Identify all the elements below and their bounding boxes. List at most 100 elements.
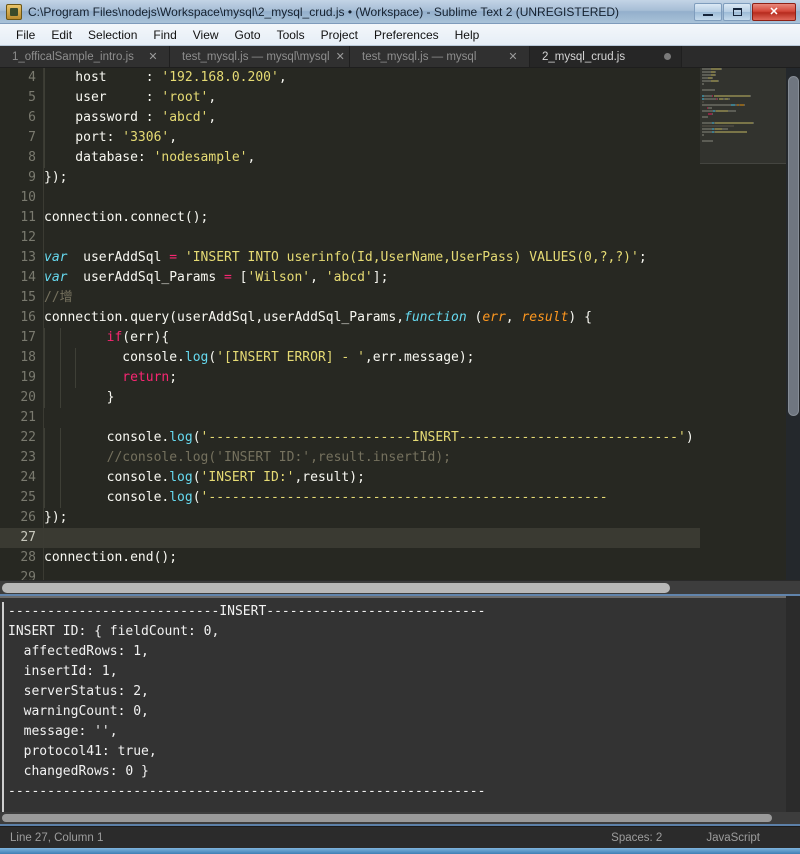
menu-item-goto[interactable]: Goto	[227, 26, 269, 44]
console-line: protocol41: true,	[8, 744, 157, 759]
code-line[interactable]: });	[44, 508, 700, 528]
code-line[interactable]: var userAddSql = 'INSERT INTO userinfo(I…	[44, 248, 700, 268]
tab-test-mysql-js-mysql-mysql[interactable]: test_mysql.js — mysql\mysql ✕	[170, 46, 350, 67]
close-button[interactable]: ✕	[752, 2, 796, 21]
code-line[interactable]: database: 'nodesample',	[44, 148, 700, 168]
code-token: '3306'	[122, 130, 170, 145]
menu-item-find[interactable]: Find	[145, 26, 184, 44]
code-token: 'INSERT ID:'	[200, 470, 295, 485]
code-line[interactable]: }	[44, 388, 700, 408]
tab-close-icon[interactable]: ✕	[147, 50, 159, 63]
menu-item-preferences[interactable]: Preferences	[366, 26, 447, 44]
code-line[interactable]	[44, 528, 700, 548]
console-vertical-scrollbar-track[interactable]	[786, 596, 800, 824]
tab-1-officalSample-intro-js[interactable]: 1_officalSample_intro.js ✕	[0, 46, 170, 67]
line-number: 26	[20, 510, 36, 525]
menu-item-tools[interactable]: Tools	[269, 26, 313, 44]
line-number: 15	[20, 290, 36, 305]
indent-guide	[59, 368, 61, 388]
console-line: affectedRows: 1,	[8, 644, 149, 659]
indentation-status[interactable]: Spaces: 2	[611, 832, 662, 844]
code-line[interactable]	[44, 408, 700, 428]
code-line[interactable]: port: '3306',	[44, 128, 700, 148]
console-line: ----------------------------------------…	[8, 784, 486, 799]
menu-item-file[interactable]: File	[8, 26, 43, 44]
syntax-status[interactable]: JavaScript	[706, 832, 760, 844]
code-token: user	[44, 90, 146, 105]
code-line[interactable]: //console.log('INSERT ID:',result.insert…	[44, 448, 700, 468]
code-token: [	[231, 270, 248, 285]
code-line[interactable]: console.log('---------------------------…	[44, 488, 700, 508]
code-token: ,	[505, 310, 522, 325]
tab-close-icon[interactable]: ✕	[507, 50, 519, 63]
console-line: INSERT ID: { fieldCount: 0,	[8, 624, 220, 639]
code-token: 'abcd'	[325, 270, 373, 285]
tab-2-mysql-crud-js[interactable]: 2_mysql_crud.js	[530, 46, 682, 67]
line-number: 14	[20, 270, 36, 285]
code-line[interactable]: connection.connect();	[44, 208, 700, 228]
code-line[interactable]: return;	[44, 368, 700, 388]
minimap[interactable]	[700, 68, 786, 580]
code-token: //console.log('INSERT ID:',result.insert…	[44, 450, 451, 465]
code-token: (	[466, 310, 483, 325]
menu-item-edit[interactable]: Edit	[43, 26, 80, 44]
code-line[interactable]: if(err){	[44, 328, 700, 348]
code-line[interactable]: //增	[44, 288, 700, 308]
code-token: (	[192, 490, 201, 505]
code-line[interactable]	[44, 188, 700, 208]
menu-item-view[interactable]: View	[185, 26, 227, 44]
code-token: return	[122, 370, 170, 385]
menu-item-selection[interactable]: Selection	[80, 26, 145, 44]
editor-horizontal-scrollbar-track[interactable]	[0, 580, 800, 594]
minimap-segment	[702, 104, 731, 106]
code-line[interactable]: var userAddSql_Params = ['Wilson', 'abcd…	[44, 268, 700, 288]
indent-guide	[44, 448, 45, 468]
code-editor[interactable]: 4 5 6 7 8 9 10 11 12 13 14 15 16 17 18 19 20 21 22 23 24 25 26…	[0, 68, 800, 580]
console-line: message: '',	[8, 724, 118, 739]
indent-guide	[44, 128, 45, 148]
menu-item-help[interactable]: Help	[447, 26, 488, 44]
minimap-segment	[743, 104, 746, 106]
code-line[interactable]	[44, 568, 700, 580]
code-line[interactable]: console.log('--------------------------I…	[44, 428, 700, 448]
code-line[interactable]: });	[44, 168, 700, 188]
minimap-segment	[714, 122, 754, 124]
code-token: :	[145, 90, 162, 105]
code-token: 'Wilson'	[247, 270, 311, 285]
console-line: warningCount: 0,	[8, 704, 149, 719]
tab-label: test_mysql.js — mysql\mysql	[182, 50, 330, 63]
maximize-button[interactable]	[723, 2, 751, 21]
line-number-gutter: 4 5 6 7 8 9 10 11 12 13 14 15 16 17 18 19 20 21 22 23 24 25 26…	[0, 68, 44, 580]
tab-label: test_mysql.js — mysql	[362, 50, 477, 63]
code-line[interactable]: password : 'abcd',	[44, 108, 700, 128]
code-token: ,	[310, 270, 326, 285]
code-line[interactable]: connection.end();	[44, 548, 700, 568]
menu-item-project[interactable]: Project	[313, 26, 366, 44]
minimap-segment	[711, 95, 713, 97]
minimap-segment	[702, 122, 712, 124]
tab-close-icon[interactable]: ✕	[336, 50, 345, 63]
code-line[interactable]: console.log('[INSERT ERROR] - ',err.mess…	[44, 348, 700, 368]
code-text-area[interactable]: host : '192.168.0.200', user : 'root', p…	[44, 68, 700, 580]
line-number: 16	[20, 310, 36, 325]
code-line[interactable]: user : 'root',	[44, 88, 700, 108]
code-token: }	[44, 390, 115, 405]
code-line[interactable]: host : '192.168.0.200',	[44, 68, 700, 88]
tab-test-mysql-js-mysql[interactable]: test_mysql.js — mysql ✕	[350, 46, 530, 67]
editor-vertical-scrollbar-track[interactable]	[786, 68, 800, 580]
code-line[interactable]	[44, 228, 700, 248]
code-line[interactable]: connection.query(userAddSql,userAddSql_P…	[44, 308, 700, 328]
cursor-position-status[interactable]: Line 27, Column 1	[0, 832, 611, 844]
code-token: ,	[169, 130, 178, 145]
code-token: });	[44, 170, 68, 185]
console-horizontal-scrollbar-track[interactable]	[0, 812, 800, 824]
console-output-panel[interactable]: ---------------------------INSERT-------…	[0, 596, 800, 824]
console-horizontal-scrollbar-thumb[interactable]	[2, 814, 772, 822]
code-line[interactable]: console.log('INSERT ID:',result);	[44, 468, 700, 488]
editor-vertical-scrollbar-thumb[interactable]	[788, 76, 799, 416]
minimap-segment	[722, 128, 728, 130]
code-token: function	[404, 310, 467, 325]
console-line: ---------------------------INSERT-------…	[8, 604, 486, 619]
minimize-button[interactable]	[694, 2, 722, 21]
editor-horizontal-scrollbar-thumb[interactable]	[2, 583, 670, 593]
